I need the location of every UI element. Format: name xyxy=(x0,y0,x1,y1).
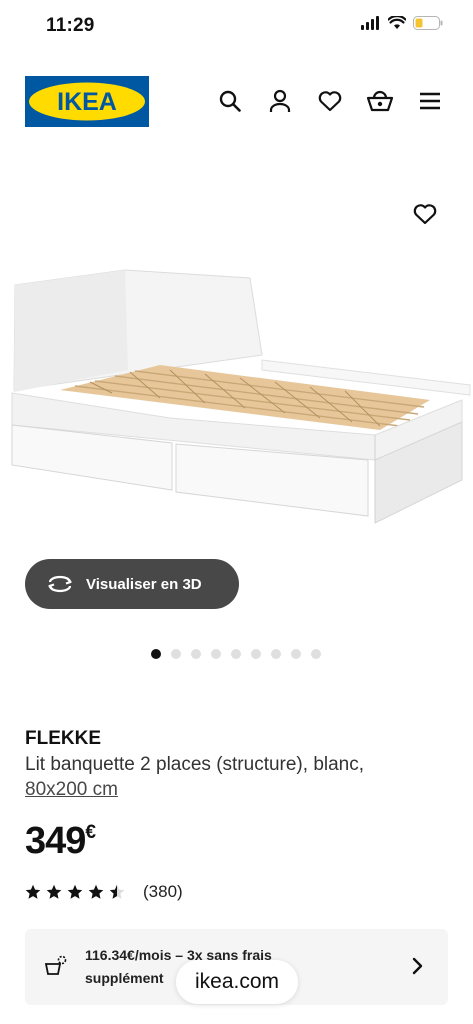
user-icon[interactable] xyxy=(267,88,293,114)
visualize-3d-button[interactable]: Visualiser en 3D xyxy=(25,559,239,609)
header-nav xyxy=(217,88,443,114)
carousel-dot[interactable] xyxy=(211,649,221,659)
heart-icon[interactable] xyxy=(317,88,343,114)
carousel-dot[interactable] xyxy=(191,649,201,659)
heart-icon xyxy=(413,204,437,225)
price-currency: € xyxy=(85,822,96,843)
product-image[interactable] xyxy=(0,160,473,560)
chevron-right-icon xyxy=(412,957,424,980)
status-time: 11:29 xyxy=(46,15,95,36)
carousel-dot[interactable] xyxy=(231,649,241,659)
price-amount: 349 xyxy=(25,820,86,862)
product-size-link[interactable]: 80x200 cm xyxy=(25,779,118,800)
product-rating[interactable]: (380) xyxy=(25,882,183,902)
menu-icon[interactable] xyxy=(417,88,443,114)
carousel-dots xyxy=(151,649,321,659)
battery-icon xyxy=(413,16,443,30)
wifi-icon xyxy=(388,16,406,29)
star-icon xyxy=(88,884,104,899)
status-icons xyxy=(361,16,443,30)
product-price: 349€ xyxy=(25,820,96,863)
product-name: FLEKKE xyxy=(25,728,101,749)
signal-icon xyxy=(361,16,379,30)
carousel-dot[interactable] xyxy=(151,649,161,659)
basket-icon[interactable] xyxy=(367,88,393,114)
carousel-dot[interactable] xyxy=(171,649,181,659)
carousel-dot[interactable] xyxy=(311,649,321,659)
rating-stars xyxy=(25,884,125,900)
favorite-button[interactable] xyxy=(403,192,447,236)
status-bar: 11:29 xyxy=(0,0,473,54)
carousel-dot[interactable] xyxy=(271,649,281,659)
installment-icon xyxy=(43,955,67,982)
visualize-3d-label: Visualiser en 3D xyxy=(86,575,202,593)
search-icon[interactable] xyxy=(217,88,243,114)
rotate-3d-icon xyxy=(48,575,72,593)
browser-url-bar[interactable]: ikea.com xyxy=(176,960,298,1004)
rating-count: (380) xyxy=(143,882,183,901)
product-description-text: Lit banquette 2 places (structure), blan… xyxy=(25,754,365,775)
product-description: Lit banquette 2 places (structure), blan… xyxy=(25,752,455,802)
star-icon xyxy=(67,884,83,899)
logo-text: IKEA xyxy=(57,88,117,116)
carousel-dot[interactable] xyxy=(291,649,301,659)
ikea-logo[interactable]: IKEA xyxy=(25,76,149,127)
site-header: IKEA xyxy=(0,76,473,128)
carousel-dot[interactable] xyxy=(251,649,261,659)
star-icon xyxy=(46,884,62,899)
star-icon xyxy=(25,884,41,899)
star-icon xyxy=(109,884,125,899)
